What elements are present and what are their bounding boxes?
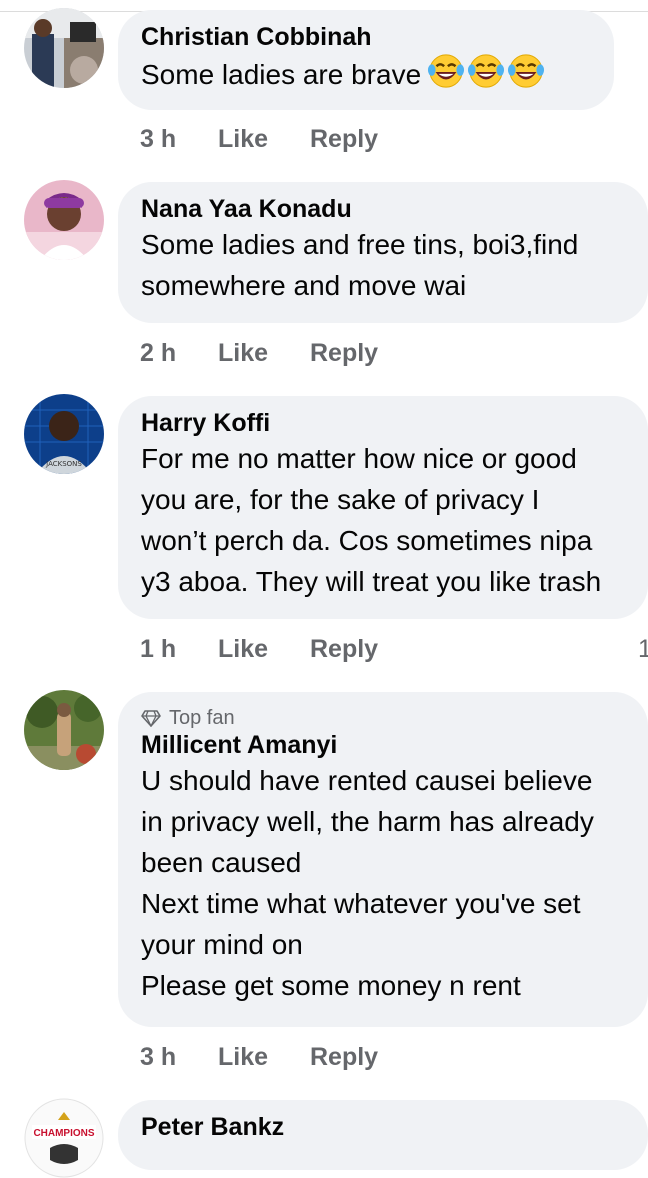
like-button[interactable]: Like bbox=[218, 1040, 268, 1074]
comment-bubble[interactable]: Top fan Millicent Amanyi U should have r… bbox=[118, 692, 648, 1027]
comment-text: Some ladies are brave bbox=[141, 52, 614, 95]
avatar-photo-icon bbox=[24, 8, 104, 88]
face-with-tears-of-joy-icon bbox=[508, 54, 545, 88]
comment-bubble[interactable]: Christian Cobbinah Some ladies are brave bbox=[118, 10, 614, 110]
comment-text-line: Some ladies and free tins, boi3,find bbox=[141, 229, 579, 260]
comment-timestamp[interactable]: 2 h bbox=[140, 336, 176, 370]
avatar-photo-icon: CHAMPIONS bbox=[24, 1098, 104, 1178]
comment-text-line: Please get some money n rent bbox=[141, 970, 521, 1001]
like-button[interactable]: Like bbox=[218, 336, 268, 370]
comment-author[interactable]: Nana Yaa Konadu bbox=[141, 194, 648, 224]
face-with-tears-of-joy-icon bbox=[428, 54, 465, 88]
reply-button[interactable]: Reply bbox=[310, 632, 378, 666]
reaction-count[interactable]: 1 bbox=[638, 632, 648, 666]
comment-text-line: in privacy well, the harm has already bbox=[141, 806, 594, 837]
like-button[interactable]: Like bbox=[218, 632, 268, 666]
top-fan-label: Top fan bbox=[169, 707, 235, 729]
comment-text-line: Next time what whatever you've set bbox=[141, 888, 581, 919]
comment-text-line: y3 aboa. They will treat you like trash bbox=[141, 566, 602, 597]
comment-author[interactable]: Christian Cobbinah bbox=[141, 22, 614, 52]
comment-text-line: your mind on bbox=[141, 929, 303, 960]
comment-bubble[interactable]: Nana Yaa Konadu Some ladies and free tin… bbox=[118, 182, 648, 323]
comment-timestamp[interactable]: 3 h bbox=[140, 122, 176, 156]
emoji-group bbox=[427, 52, 545, 90]
comment-text-line: you are, for the sake of privacy I bbox=[141, 484, 540, 515]
avatar[interactable]: CHAMPIONS bbox=[24, 1098, 104, 1178]
comment-bubble[interactable]: Peter Bankz bbox=[118, 1100, 648, 1170]
comment-text-line: been caused bbox=[141, 847, 302, 878]
avatar-photo-icon bbox=[24, 180, 104, 260]
reply-button[interactable]: Reply bbox=[310, 1040, 378, 1074]
reply-button[interactable]: Reply bbox=[310, 122, 378, 156]
comment-timestamp[interactable]: 3 h bbox=[140, 1040, 176, 1074]
top-fan-badge: Top fan bbox=[141, 706, 648, 730]
avatar[interactable] bbox=[24, 8, 104, 88]
comment-timestamp[interactable]: 1 h bbox=[140, 632, 176, 666]
avatar-photo-icon: JACKSONS bbox=[24, 394, 104, 474]
comment-text-line: Some ladies are brave bbox=[141, 59, 422, 90]
avatar[interactable]: JACKSONS bbox=[24, 394, 104, 474]
like-button[interactable]: Like bbox=[218, 122, 268, 156]
comment-author[interactable]: Peter Bankz bbox=[141, 1112, 648, 1142]
face-with-tears-of-joy-icon bbox=[468, 54, 505, 88]
svg-text:CHAMPIONS: CHAMPIONS bbox=[33, 1128, 94, 1139]
reply-button[interactable]: Reply bbox=[310, 336, 378, 370]
comment-author[interactable]: Harry Koffi bbox=[141, 408, 648, 438]
comment-text-line: won’t perch da. Cos sometimes nipa bbox=[141, 525, 593, 556]
comment-author[interactable]: Millicent Amanyi bbox=[141, 730, 648, 760]
comment-text-line: somewhere and move wai bbox=[141, 270, 467, 301]
comment-bubble[interactable]: Harry Koffi For me no matter how nice or… bbox=[118, 396, 648, 619]
comment-text-line: U should have rented causei believe bbox=[141, 765, 593, 796]
avatar[interactable] bbox=[24, 180, 104, 260]
comment-text-line: For me no matter how nice or good bbox=[141, 443, 577, 474]
avatar-photo-icon bbox=[24, 690, 104, 770]
diamond-icon bbox=[141, 710, 161, 727]
avatar[interactable] bbox=[24, 690, 104, 770]
svg-text:JACKSONS: JACKSONS bbox=[45, 460, 82, 468]
